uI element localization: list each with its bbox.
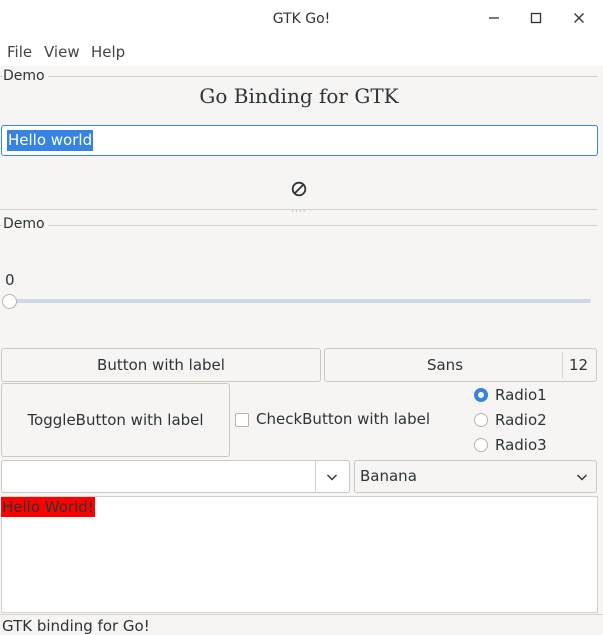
menu-file[interactable]: File bbox=[5, 38, 34, 66]
radio-label-2[interactable]: Radio2 bbox=[495, 411, 547, 429]
frame-top-border bbox=[0, 225, 598, 226]
toggle-button[interactable]: ToggleButton with label bbox=[1, 383, 230, 457]
page-title: Go Binding for GTK bbox=[199, 84, 399, 108]
radio-label-3[interactable]: Radio3 bbox=[495, 436, 547, 454]
menu-help[interactable]: Help bbox=[89, 38, 127, 66]
chevron-down-icon[interactable] bbox=[575, 470, 589, 484]
radio-button-3[interactable] bbox=[474, 438, 488, 452]
menu-view[interactable]: View bbox=[42, 38, 82, 66]
radio-button-1[interactable] bbox=[474, 388, 488, 402]
font-button-separator bbox=[562, 352, 563, 378]
radio-label-1[interactable]: Radio1 bbox=[495, 386, 547, 404]
radio-button-2[interactable] bbox=[474, 413, 488, 427]
combo-selected: Banana bbox=[360, 467, 417, 485]
paned-handle-icon[interactable]: ···· bbox=[291, 207, 306, 217]
label-button[interactable]: Button with label bbox=[1, 348, 321, 382]
scale-slider-knob[interactable] bbox=[2, 294, 17, 309]
font-button[interactable]: Sans 12 bbox=[324, 348, 597, 382]
minimize-icon[interactable] bbox=[481, 6, 507, 30]
font-size: 12 bbox=[569, 356, 589, 374]
entry-selected-text: Hello world bbox=[7, 130, 94, 151]
frame-label: Demo bbox=[3, 216, 48, 232]
combo-separator bbox=[315, 461, 316, 492]
checkbox[interactable] bbox=[235, 413, 249, 427]
chevron-down-icon[interactable] bbox=[325, 470, 339, 484]
maximize-icon[interactable] bbox=[523, 6, 549, 30]
close-icon[interactable] bbox=[566, 6, 592, 30]
font-name: Sans bbox=[426, 356, 464, 374]
combo-box-entry[interactable] bbox=[1, 460, 350, 493]
text-view-content: Hello World! bbox=[1, 497, 95, 517]
scale-value: 0 bbox=[5, 271, 15, 289]
status-text: GTK binding for Go! bbox=[2, 617, 150, 635]
checkbox-label[interactable]: CheckButton with label bbox=[256, 410, 430, 428]
frame-top-border bbox=[0, 76, 598, 77]
scale-trough[interactable] bbox=[8, 299, 591, 303]
window-title: GTK Go! bbox=[272, 11, 331, 27]
frame-label: Demo bbox=[3, 68, 48, 84]
no-entry-icon bbox=[290, 180, 308, 198]
